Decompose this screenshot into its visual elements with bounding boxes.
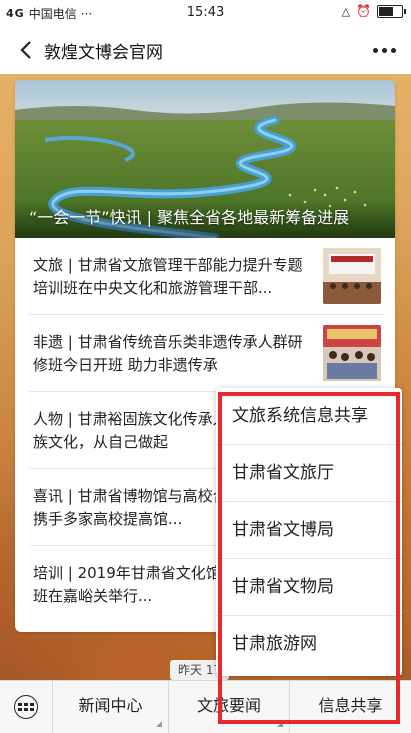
news-item[interactable]: 非遗 | 甘肃省传统音乐类非遗传承人群研修班今日开班 助力非遗传承 [29,315,385,392]
submenu-indicator-icon [277,721,283,727]
page-title: 敦煌文博会官网 [44,43,163,63]
keyboard-toggle-button[interactable] [0,681,53,733]
menu-news-center-label: 新闻中心 [78,696,143,715]
hero-caption: “一会一节”快讯 | 聚焦全省各地最新筹备进展 [29,208,350,227]
news-thumbnail [323,248,381,304]
menu-news-center[interactable]: 新闻中心 [53,681,169,733]
more-options-button[interactable] [369,36,399,64]
more-dot-icon [372,47,378,53]
news-title: 非遗 | 甘肃省传统音乐类非遗传承人群研修班今日开班 助力非遗传承 [33,333,303,374]
nav-bar: 敦煌文博会官网 [0,26,411,74]
notification-icon: △ [341,4,351,18]
battery-icon [377,4,406,18]
alarm-icon: ⏰ [356,4,371,18]
submenu-item-info-sharing[interactable]: 文旅系统信息共享 [216,388,402,445]
menu-culture-news-label: 文旅要闻 [196,696,261,715]
keyboard-icon [14,695,38,719]
news-thumbnail [323,325,381,381]
submenu-item-culture-tourism-dept[interactable]: 甘肃省文旅厅 [216,445,402,502]
hero-banner[interactable]: “一会一节”快讯 | 聚焦全省各地最新筹备进展 [15,80,395,243]
hero-caption-bar: “一会一节”快讯 | 聚焦全省各地最新筹备进展 [15,200,395,238]
more-dot-icon [381,47,387,53]
submenu-indicator-icon [156,721,162,727]
submenu-item-museum-bureau[interactable]: 甘肃省文博局 [216,502,402,559]
news-title: 文旅 | 甘肃省文旅管理干部能力提升专题培训班在中央文化和旅游管理干部... [33,256,303,297]
back-button[interactable] [10,34,42,66]
submenu-popup: 文旅系统信息共享 甘肃省文旅厅 甘肃省文博局 甘肃省文物局 甘肃旅游网 [216,388,402,676]
menu-info-sharing-label: 信息共享 [318,696,383,715]
bottom-menu-bar: 新闻中心 文旅要闻 信息共享 [0,680,411,733]
menu-info-sharing[interactable]: 信息共享 [290,681,411,733]
menu-culture-news[interactable]: 文旅要闻 [169,681,290,733]
status-bar: 4G 中国电信 ··· 15:43 △ ⏰ [0,0,411,26]
back-arrow-icon [20,41,31,59]
news-item[interactable]: 文旅 | 甘肃省文旅管理干部能力提升专题培训班在中央文化和旅游管理干部... [29,238,385,315]
submenu-item-relics-bureau[interactable]: 甘肃省文物局 [216,559,402,616]
more-dot-icon [390,47,396,53]
submenu-item-tourism-site[interactable]: 甘肃旅游网 [216,616,402,673]
